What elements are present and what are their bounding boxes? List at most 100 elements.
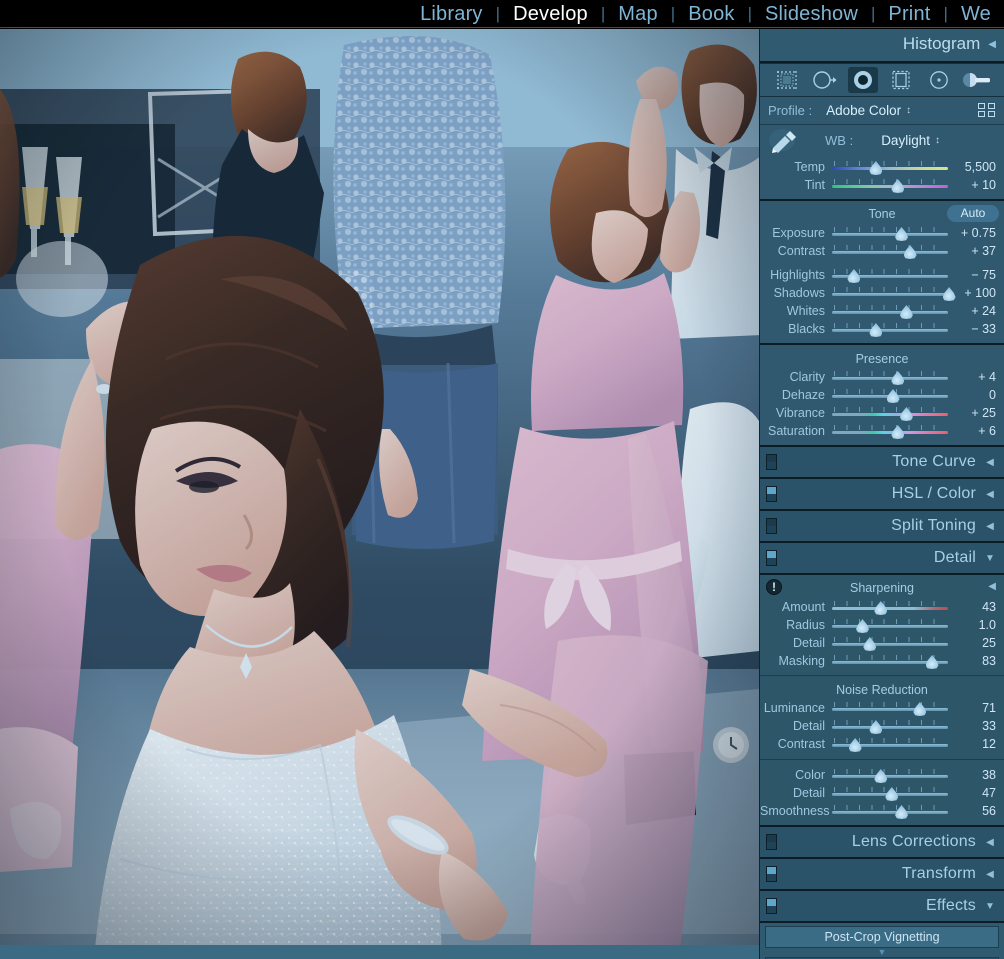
panel-collapse-arrow-icon[interactable]: ▼ xyxy=(984,901,996,912)
slider-control[interactable] xyxy=(832,176,954,194)
slider-label: Contrast xyxy=(777,244,825,258)
crop-overlay-tool[interactable] xyxy=(772,67,802,93)
slider-control[interactable] xyxy=(832,284,956,302)
slider-value[interactable]: 1.0 xyxy=(954,618,1000,632)
slider-value[interactable]: + 0.75 xyxy=(954,226,1000,240)
panel-enable-switch-lens-corrections[interactable] xyxy=(766,834,777,850)
slider-label: Temp xyxy=(794,160,825,174)
slider-track xyxy=(832,708,948,711)
slider-value[interactable]: + 10 xyxy=(954,178,1000,192)
slider-control[interactable] xyxy=(832,699,954,717)
slider-control[interactable] xyxy=(832,735,954,753)
slider-value[interactable]: 25 xyxy=(954,636,1000,650)
module-item-map[interactable]: Map xyxy=(605,0,671,28)
red-eye-correction-tool[interactable] xyxy=(848,67,878,93)
tone-auto-button[interactable]: Auto xyxy=(947,205,999,222)
white-balance-eyedropper-icon[interactable] xyxy=(768,127,802,155)
slider-value[interactable]: + 37 xyxy=(954,244,1000,258)
module-item-we[interactable]: We xyxy=(948,0,1004,28)
slider-row-dehaze: Dehaze 0 xyxy=(760,386,1004,404)
slider-value[interactable]: 56 xyxy=(954,804,1000,818)
slider-value[interactable]: 71 xyxy=(954,701,1000,715)
module-item-print[interactable]: Print xyxy=(875,0,943,28)
spot-removal-tool[interactable] xyxy=(810,67,840,93)
slider-control[interactable] xyxy=(832,766,954,784)
module-item-develop[interactable]: Develop xyxy=(500,0,601,28)
panel-collapse-arrow-icon[interactable]: ▼ xyxy=(984,553,996,564)
histogram-panel-header[interactable]: Histogram ◀ xyxy=(760,29,1004,59)
white-balance-value[interactable]: Daylight xyxy=(881,133,930,148)
slider-value[interactable]: 5,500 xyxy=(954,160,1000,174)
slider-control[interactable] xyxy=(832,652,954,670)
panel-header-tone-curve[interactable]: Tone Curve ◀ xyxy=(760,447,1004,477)
slider-control[interactable] xyxy=(832,266,954,284)
slider-control[interactable] xyxy=(832,320,954,338)
panel-header-hsl-color[interactable]: HSL / Color ◀ xyxy=(760,479,1004,509)
photo-image[interactable] xyxy=(0,29,759,959)
adjustment-brush-tool[interactable] xyxy=(962,67,992,93)
graduated-filter-tool[interactable] xyxy=(886,67,916,93)
panel-header-transform[interactable]: Transform ◀ xyxy=(760,859,1004,889)
profile-stepper-icon[interactable]: ↕ xyxy=(906,105,911,116)
slider-control[interactable] xyxy=(832,302,954,320)
profile-row[interactable]: Profile : Adobe Color ↕ xyxy=(760,97,1004,125)
module-item-book[interactable]: Book xyxy=(675,0,747,28)
slider-control[interactable] xyxy=(832,224,954,242)
slider-label: Luminance xyxy=(763,701,825,715)
slider-control[interactable] xyxy=(832,158,954,176)
sharpening-warning-icon[interactable]: ! xyxy=(766,579,782,595)
white-balance-stepper-icon[interactable]: ↕ xyxy=(935,135,940,146)
post-crop-vignetting-header[interactable]: Post-Crop Vignetting xyxy=(765,926,999,948)
profile-value[interactable]: Adobe Color xyxy=(826,103,901,118)
panel-collapse-arrow-icon[interactable]: ◀ xyxy=(984,489,996,500)
slider-control[interactable] xyxy=(832,616,954,634)
panel-enable-switch-split-toning[interactable] xyxy=(766,518,777,534)
module-item-library[interactable]: Library xyxy=(407,0,496,28)
slider-value[interactable]: 83 xyxy=(954,654,1000,668)
panel-enable-switch-transform[interactable] xyxy=(766,866,777,882)
panel-collapse-arrow-icon[interactable]: ◀ xyxy=(984,521,996,532)
histogram-collapse-arrow-icon[interactable]: ◀ xyxy=(988,39,996,50)
slider-value[interactable]: − 75 xyxy=(954,268,1000,282)
profile-grid-icon[interactable] xyxy=(978,103,996,119)
slider-control[interactable] xyxy=(832,802,954,820)
panel-enable-switch-detail[interactable] xyxy=(766,550,777,566)
slider-control[interactable] xyxy=(832,634,954,652)
module-item-slideshow[interactable]: Slideshow xyxy=(752,0,871,28)
slider-value[interactable]: 43 xyxy=(954,600,1000,614)
slider-value[interactable]: 33 xyxy=(954,719,1000,733)
slider-value[interactable]: 12 xyxy=(954,737,1000,751)
slider-value[interactable]: + 100 xyxy=(954,286,1000,300)
slider-value[interactable]: + 25 xyxy=(954,406,1000,420)
slider-value[interactable]: 0 xyxy=(954,388,1000,402)
slider-value[interactable]: + 24 xyxy=(954,304,1000,318)
panel-header-lens-corrections[interactable]: Lens Corrections ◀ xyxy=(760,827,1004,857)
panel-collapse-arrow-icon[interactable]: ◀ xyxy=(984,837,996,848)
panel-title: Transform xyxy=(901,865,976,882)
panel-collapse-arrow-icon[interactable]: ◀ xyxy=(984,869,996,880)
sharpening-collapse-arrow-icon[interactable]: ◀ xyxy=(988,581,996,592)
panel-header-detail[interactable]: Detail ▼ xyxy=(760,543,1004,573)
radial-filter-tool[interactable] xyxy=(924,67,954,93)
slider-control[interactable] xyxy=(832,242,954,260)
panel-enable-switch-effects[interactable] xyxy=(766,898,777,914)
panel-enable-switch-tone-curve[interactable] xyxy=(766,454,777,470)
slider-value[interactable]: 47 xyxy=(954,786,1000,800)
panel-header-effects[interactable]: Effects ▼ xyxy=(760,891,1004,921)
slider-control[interactable] xyxy=(832,422,954,440)
slider-control[interactable] xyxy=(832,598,954,616)
photo-preview-pane[interactable] xyxy=(0,29,759,959)
slider-control[interactable] xyxy=(832,717,954,735)
panel-collapse-arrow-icon[interactable]: ◀ xyxy=(984,457,996,468)
slider-value[interactable]: − 33 xyxy=(954,322,1000,336)
slider-control[interactable] xyxy=(832,784,954,802)
panel-enable-switch-hsl-color[interactable] xyxy=(766,486,777,502)
white-balance-label: WB : xyxy=(825,132,854,148)
slider-value[interactable]: + 4 xyxy=(954,370,1000,384)
slider-value[interactable]: + 6 xyxy=(954,424,1000,438)
slider-control[interactable] xyxy=(832,368,954,386)
panel-header-split-toning[interactable]: Split Toning ◀ xyxy=(760,511,1004,541)
slider-control[interactable] xyxy=(832,404,954,422)
slider-control[interactable] xyxy=(832,386,954,404)
slider-value[interactable]: 38 xyxy=(954,768,1000,782)
